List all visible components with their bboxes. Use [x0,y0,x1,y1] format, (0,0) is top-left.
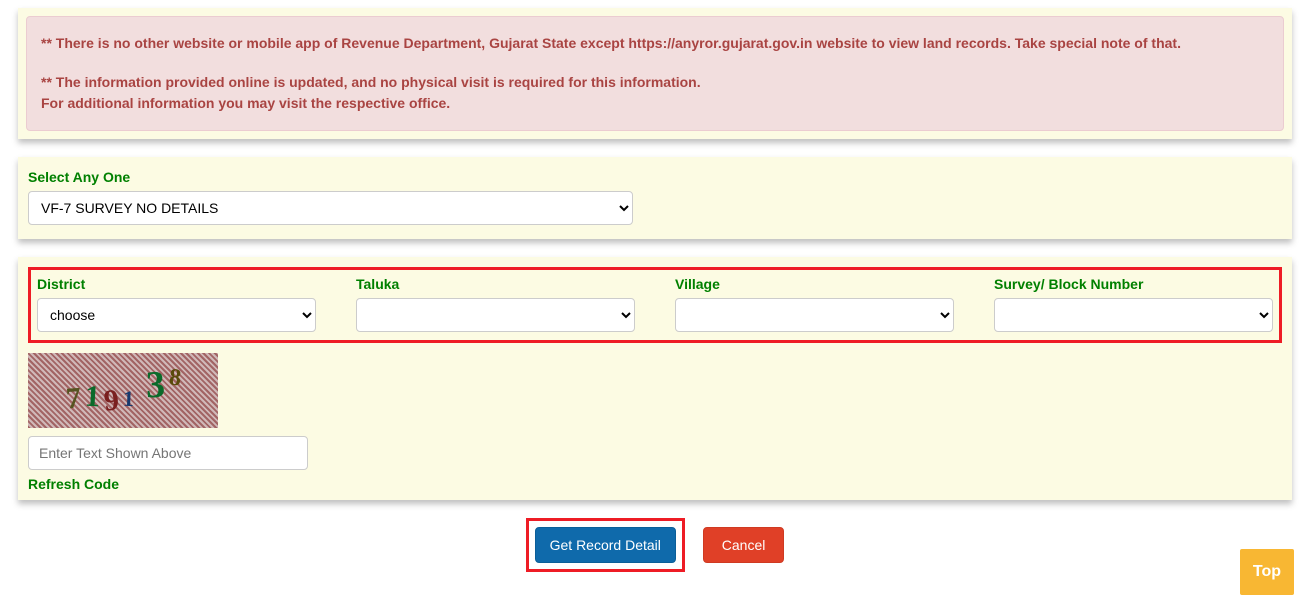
notice-line-3: For additional information you may visit… [41,93,1269,114]
notice-panel: ** There is no other website or mobile a… [18,8,1292,139]
captcha-char: 7 [62,381,83,416]
filters-highlight-frame: District choose Taluka Village Survey/ B… [28,267,1282,343]
survey-label: Survey/ Block Number [994,276,1273,292]
village-col: Village [675,276,954,332]
captcha-char: 8 [165,364,183,392]
get-record-button[interactable]: Get Record Detail [535,527,676,563]
captcha-input[interactable] [28,436,308,470]
get-record-highlight-frame: Get Record Detail [526,518,685,572]
captcha-char: 3 [143,362,168,407]
notice-line-1: ** There is no other website or mobile a… [41,33,1269,54]
select-any-panel: Select Any One VF-7 SURVEY NO DETAILS [18,157,1292,239]
notice-line-2: ** The information provided online is up… [41,72,1269,93]
district-label: District [37,276,316,292]
notice-box: ** There is no other website or mobile a… [26,16,1284,131]
cancel-button[interactable]: Cancel [703,527,785,563]
taluka-col: Taluka [356,276,635,332]
district-dropdown[interactable]: choose [37,298,316,332]
taluka-dropdown[interactable] [356,298,635,332]
captcha-image: 7 1 9 1 3 8 [28,353,218,428]
captcha-char: 1 [120,385,136,412]
select-any-label: Select Any One [28,169,1282,185]
village-label: Village [675,276,954,292]
survey-dropdown[interactable] [994,298,1273,332]
captcha-char: 9 [100,383,122,419]
district-col: District choose [37,276,316,332]
survey-col: Survey/ Block Number [994,276,1273,332]
filters-panel: District choose Taluka Village Survey/ B… [18,257,1292,500]
village-dropdown[interactable] [675,298,954,332]
refresh-code-link[interactable]: Refresh Code [28,476,119,492]
filters-row: District choose Taluka Village Survey/ B… [37,276,1273,332]
select-any-dropdown[interactable]: VF-7 SURVEY NO DETAILS [28,191,633,225]
scroll-top-button[interactable]: Top [1240,549,1294,595]
button-row: Get Record Detail Cancel [18,518,1292,572]
taluka-label: Taluka [356,276,635,292]
